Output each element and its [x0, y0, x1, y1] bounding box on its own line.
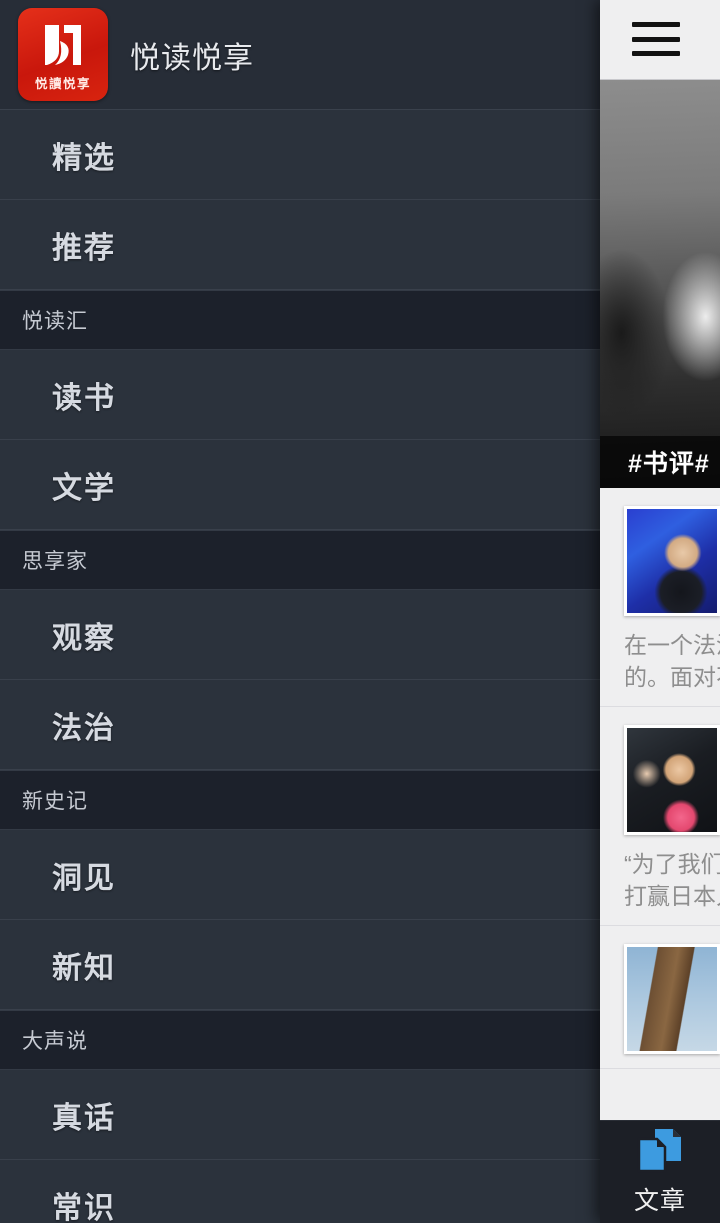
article-thumbnail	[624, 725, 720, 835]
sidebar-item-1[interactable]: 推荐	[0, 200, 600, 290]
sidebar-item-3[interactable]: 读书	[0, 350, 600, 440]
book-logo-mark	[45, 25, 81, 65]
hero-caption: #书评#	[600, 436, 720, 488]
app-logo: 悦讀悦享	[18, 8, 108, 101]
sidebar-item-6[interactable]: 观察	[0, 590, 600, 680]
hamburger-icon[interactable]	[632, 22, 680, 56]
nav-group-2: 悦读汇	[0, 290, 600, 350]
list-item[interactable]: 在一个法治 的。面对不	[600, 488, 720, 707]
hero-image	[600, 80, 720, 488]
content-pane: #书评# 在一个法治 的。面对不 “为了我们 打赢日本人	[600, 0, 720, 1223]
sidebar-item-12[interactable]: 真话	[0, 1070, 600, 1160]
hamburger-bar-3	[632, 51, 680, 56]
drawer-header: 悦讀悦享 悦读悦享	[0, 0, 600, 110]
navigation-drawer: 悦讀悦享 悦读悦享 精选 推荐 悦读汇 读书 文学 思享家 观察 法治 新史记 洞见 新知 大声说 真话…	[0, 0, 600, 1223]
sidebar-item-10[interactable]: 新知	[0, 920, 600, 1010]
article-list: 在一个法治 的。面对不 “为了我们 打赢日本人	[600, 488, 720, 1069]
top-bar	[600, 0, 720, 80]
drawer-nav-list: 精选 推荐 悦读汇 读书 文学 思享家 观察 法治 新史记 洞见 新知 大声说 真话 常识	[0, 110, 600, 1223]
article-excerpt-line-2: 打赢日本人	[624, 883, 720, 909]
sidebar-item-13[interactable]: 常识	[0, 1160, 600, 1223]
article-thumbnail	[624, 506, 720, 616]
tab-articles[interactable]: 文章	[634, 1127, 686, 1217]
hero-banner[interactable]: #书评#	[600, 80, 720, 488]
app-title: 悦读悦享	[130, 41, 254, 75]
hamburger-bar-2	[632, 36, 680, 42]
nav-group-5: 思享家	[0, 530, 600, 590]
sidebar-item-9[interactable]: 洞见	[0, 830, 600, 920]
list-item[interactable]: “为了我们 打赢日本人	[600, 707, 720, 926]
hamburger-bar-1	[632, 22, 680, 27]
nav-group-11: 大声说	[0, 1010, 600, 1070]
article-excerpt-line-1: “为了我们	[624, 851, 720, 877]
tab-articles-label: 文章	[633, 1187, 686, 1215]
sidebar-item-4[interactable]: 文学	[0, 440, 600, 530]
sidebar-item-0[interactable]: 精选	[0, 110, 600, 200]
list-item[interactable]	[600, 926, 720, 1069]
article-excerpt-line-2: 的。面对不	[624, 664, 720, 690]
nav-group-8: 新史记	[0, 770, 600, 830]
sidebar-item-7[interactable]: 法治	[0, 680, 600, 770]
tab-bar: 文章	[600, 1120, 720, 1223]
logo-subtitle: 悦讀悦享	[34, 77, 91, 91]
documents-icon	[637, 1129, 681, 1173]
article-excerpt-line-1: 在一个法治	[624, 632, 720, 658]
article-thumbnail	[624, 944, 720, 1054]
app-screen: 悦讀悦享 悦读悦享 精选 推荐 悦读汇 读书 文学 思享家 观察 法治 新史记 洞见 新知 大声说 真话…	[0, 0, 720, 1223]
